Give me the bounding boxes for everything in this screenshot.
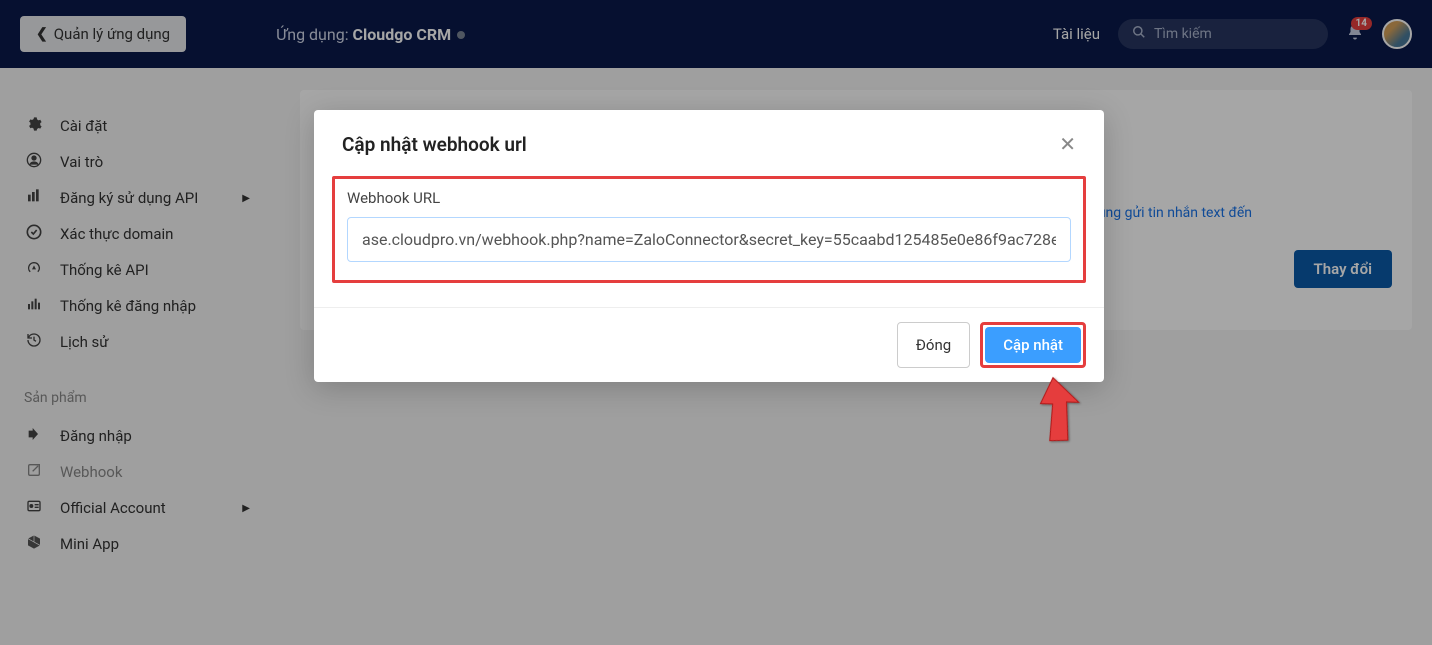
close-icon[interactable]: ✕ bbox=[1059, 132, 1076, 156]
url-field-label: Webhook URL bbox=[347, 189, 1071, 207]
webhook-modal: Cập nhật webhook url ✕ Webhook URL Đóng … bbox=[314, 110, 1104, 382]
modal-title: Cập nhật webhook url bbox=[342, 133, 527, 156]
submit-highlight: Cập nhật bbox=[980, 322, 1086, 368]
cancel-button[interactable]: Đóng bbox=[897, 322, 970, 368]
webhook-url-input[interactable] bbox=[347, 217, 1071, 262]
submit-button[interactable]: Cập nhật bbox=[985, 327, 1081, 363]
url-field-highlight: Webhook URL bbox=[332, 176, 1086, 283]
